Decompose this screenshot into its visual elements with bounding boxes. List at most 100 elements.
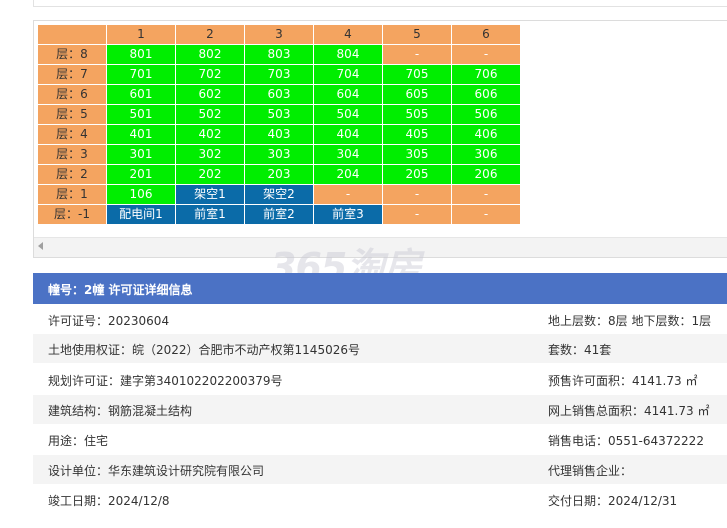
floor-label: 层：6 bbox=[37, 84, 107, 105]
unit-cell[interactable]: 301 bbox=[106, 144, 176, 165]
floor-row: 层：2 201 202 203 204 205 206 bbox=[37, 164, 521, 185]
unit-cell[interactable]: 501 bbox=[106, 104, 176, 125]
online-sales-area: 网上销售总面积：4141.73 ㎡ bbox=[548, 404, 710, 418]
unit-cell[interactable]: 302 bbox=[175, 144, 245, 165]
unit-cell[interactable]: 605 bbox=[382, 84, 452, 105]
unit-cell[interactable]: 503 bbox=[244, 104, 314, 125]
floor-label: 层：7 bbox=[37, 64, 107, 85]
unit-cell[interactable]: 202 bbox=[175, 164, 245, 185]
unit-cell[interactable]: 架空1 bbox=[175, 184, 245, 205]
floor-label: 层：8 bbox=[37, 44, 107, 65]
unit-cell[interactable]: 601 bbox=[106, 84, 176, 105]
info-row: 许可证号：20230604 地上层数：8层 地下层数：1层 bbox=[33, 305, 727, 334]
floor-row: 层：8 801 802 803 804- - bbox=[37, 44, 521, 65]
unit-cell: - bbox=[313, 184, 383, 205]
usage: 用途：住宅 bbox=[48, 434, 109, 448]
column-header: 5 bbox=[382, 24, 452, 45]
info-row: 建筑结构：钢筋混凝土结构 网上销售总面积：4141.73 ㎡ bbox=[33, 395, 727, 424]
unit-cell[interactable]: 配电间1 bbox=[106, 204, 176, 225]
unit-cell[interactable]: 303 bbox=[244, 144, 314, 165]
floor-count: 地上层数：8层 地下层数：1层 bbox=[548, 314, 712, 328]
unit-cell[interactable]: 803 bbox=[244, 44, 314, 65]
unit-cell[interactable]: 701 bbox=[106, 64, 176, 85]
planning-permit: 规划许可证：建字第340102202200379号 bbox=[48, 374, 283, 388]
floor-label: 层：3 bbox=[37, 144, 107, 165]
column-header: 1 bbox=[106, 24, 176, 45]
unit-cell[interactable]: 401 bbox=[106, 124, 176, 145]
unit-cell[interactable]: 506 bbox=[451, 104, 521, 125]
unit-cell[interactable]: 804 bbox=[313, 44, 383, 65]
completion-date: 竣工日期：2024/12/8 bbox=[48, 494, 170, 508]
unit-cell[interactable]: 706 bbox=[451, 64, 521, 85]
info-row: 设计单位：华东建筑设计研究院有限公司 代理销售企业： bbox=[33, 455, 727, 484]
unit-cell[interactable]: 702 bbox=[175, 64, 245, 85]
unit-cell[interactable]: 架空2 bbox=[244, 184, 314, 205]
unit-cell[interactable]: 305 bbox=[382, 144, 452, 165]
building-structure: 建筑结构：钢筋混凝土结构 bbox=[48, 404, 193, 418]
info-row: 土地使用权证：皖（2022）合肥市不动产权第1145026号 套数：41套 bbox=[33, 334, 727, 363]
horizontal-scrollbar[interactable] bbox=[34, 237, 727, 257]
unit-cell[interactable]: 604 bbox=[313, 84, 383, 105]
unit-cell[interactable]: 603 bbox=[244, 84, 314, 105]
unit-cell[interactable]: 405 bbox=[382, 124, 452, 145]
design-unit: 设计单位：华东建筑设计研究院有限公司 bbox=[48, 464, 265, 478]
unit-cell[interactable]: 206 bbox=[451, 164, 521, 185]
floor-row: 层：5 501 502 503 504 505 506 bbox=[37, 104, 521, 125]
unit-grid-table: 1 2 3 4 5 6 层：8 801 802 803 804- - 层：7 701 702 703 704 70… bbox=[37, 24, 521, 225]
floor-row: 层：3 301 302 303 304 305 306 bbox=[37, 144, 521, 165]
unit-cell[interactable]: 406 bbox=[451, 124, 521, 145]
unit-cell[interactable]: 802 bbox=[175, 44, 245, 65]
grid-header-row: 123456 bbox=[37, 24, 521, 45]
unit-cell[interactable]: 502 bbox=[175, 104, 245, 125]
unit-count: 套数：41套 bbox=[548, 343, 612, 357]
delivery-date: 交付日期：2024/12/31 bbox=[548, 494, 678, 508]
unit-cell[interactable]: 304 bbox=[313, 144, 383, 165]
info-row: 规划许可证：建字第340102202200379号 预售许可面积：4141.73… bbox=[33, 365, 727, 394]
floor-label: 层：1 bbox=[37, 184, 107, 205]
floor-row: 层：-1 配电间1 前室1 前室2 前室3- - bbox=[37, 204, 521, 225]
unit-cell: - bbox=[382, 184, 452, 205]
unit-cell[interactable]: 203 bbox=[244, 164, 314, 185]
unit-cell[interactable]: 306 bbox=[451, 144, 521, 165]
sales-agent: 代理销售企业： bbox=[548, 464, 633, 478]
grid-corner-cell bbox=[37, 24, 107, 45]
floor-row: 层：4 401 402 403 404 405 406 bbox=[37, 124, 521, 145]
unit-cell[interactable]: 前室2 bbox=[244, 204, 314, 225]
permit-number: 许可证号：20230604 bbox=[48, 314, 170, 328]
unit-cell[interactable]: 801 bbox=[106, 44, 176, 65]
unit-cell: - bbox=[382, 44, 452, 65]
unit-cell[interactable]: 705 bbox=[382, 64, 452, 85]
permit-info-title: 幢号：2幢 许可证详细信息 bbox=[48, 283, 193, 297]
floor-row: 层：6 601 602 603 604 605 606 bbox=[37, 84, 521, 105]
column-header: 3 bbox=[244, 24, 314, 45]
unit-cell[interactable]: 402 bbox=[175, 124, 245, 145]
unit-cell[interactable]: 505 bbox=[382, 104, 452, 125]
column-header: 2 bbox=[175, 24, 245, 45]
floor-label: 层：2 bbox=[37, 164, 107, 185]
unit-cell[interactable]: 205 bbox=[382, 164, 452, 185]
floor-row: 层：7 701 702 703 704 705 706 bbox=[37, 64, 521, 85]
floor-row: 层：1 106 架空1 架空2- - - bbox=[37, 184, 521, 205]
unit-cell: - bbox=[451, 44, 521, 65]
unit-cell: - bbox=[451, 184, 521, 205]
floor-label: 层：4 bbox=[37, 124, 107, 145]
unit-grid-panel: 1 2 3 4 5 6 层：8 801 802 803 804- - 层：7 701 702 703 704 70… bbox=[33, 20, 727, 258]
unit-cell[interactable]: 504 bbox=[313, 104, 383, 125]
unit-cell[interactable]: 703 bbox=[244, 64, 314, 85]
unit-cell[interactable]: 201 bbox=[106, 164, 176, 185]
floor-label: 层：5 bbox=[37, 104, 107, 125]
land-use-certificate: 土地使用权证：皖（2022）合肥市不动产权第1145026号 bbox=[48, 343, 360, 357]
unit-cell[interactable]: 204 bbox=[313, 164, 383, 185]
permit-info-header: 幢号：2幢 许可证详细信息 bbox=[33, 273, 727, 304]
unit-cell[interactable]: 前室1 bbox=[175, 204, 245, 225]
unit-cell[interactable]: 606 bbox=[451, 84, 521, 105]
info-row: 用途：住宅 销售电话：0551-64372222 bbox=[33, 425, 727, 454]
unit-cell[interactable]: 106 bbox=[106, 184, 176, 205]
unit-cell[interactable]: 403 bbox=[244, 124, 314, 145]
unit-cell[interactable]: 404 bbox=[313, 124, 383, 145]
unit-cell[interactable]: 704 bbox=[313, 64, 383, 85]
scroll-left-icon[interactable] bbox=[38, 242, 43, 250]
presale-area: 预售许可面积：4141.73 ㎡ bbox=[548, 374, 698, 388]
unit-cell[interactable]: 602 bbox=[175, 84, 245, 105]
unit-cell[interactable]: 前室3 bbox=[313, 204, 383, 225]
